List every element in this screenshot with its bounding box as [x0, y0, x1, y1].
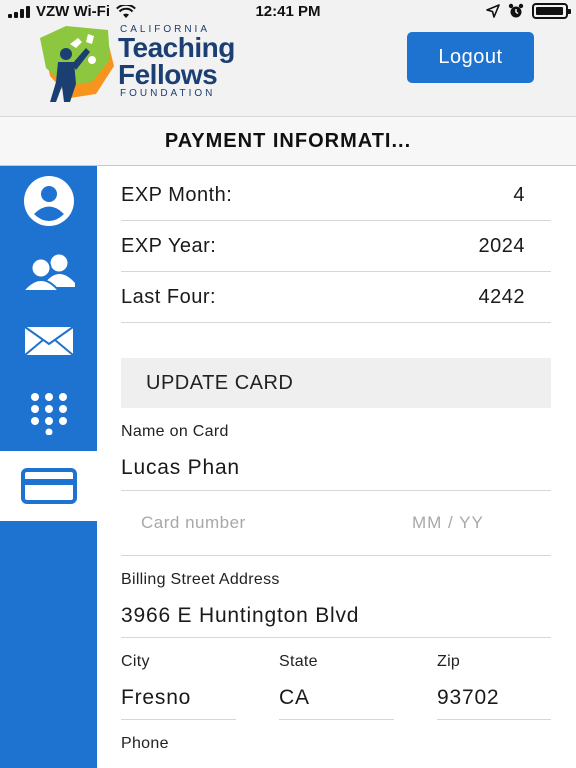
card-element[interactable]: Card number MM / YY: [121, 499, 551, 539]
sidebar-nav: [0, 166, 97, 768]
battery-icon: [532, 3, 571, 19]
card-expiry-input[interactable]: MM / YY: [412, 513, 484, 533]
keypad-icon: [30, 393, 67, 435]
state-input[interactable]: CA: [279, 686, 310, 710]
name-on-card-input[interactable]: Lucas Phan: [121, 456, 240, 480]
california-teaching-fellows-logo: CALIFORNIA Teaching Fellows FOUNDATION: [36, 24, 266, 104]
exp-year-value: 2024: [478, 234, 525, 257]
title-bar: PAYMENT INFORMATI...: [0, 116, 576, 166]
last-four-label: Last Four:: [121, 285, 217, 308]
zip-input[interactable]: 93702: [437, 686, 499, 710]
sidebar-item-payment[interactable]: [0, 451, 97, 521]
billing-street-input[interactable]: 3966 E Huntington Blvd: [121, 604, 359, 628]
users-group-icon: [20, 254, 75, 292]
user-profile-icon: [23, 176, 74, 226]
card-underline: [121, 555, 551, 556]
sidebar-item-messages[interactable]: [0, 306, 97, 376]
status-right: [486, 3, 571, 19]
city-underline: [121, 719, 236, 720]
envelope-icon: [23, 326, 74, 356]
city-input[interactable]: Fresno: [121, 686, 191, 710]
update-card-heading: UPDATE CARD: [121, 358, 551, 408]
battery-fill: [536, 7, 563, 15]
exp-year-row: EXP Year: 2024: [121, 221, 551, 272]
logo-line2: Fellows: [118, 59, 218, 90]
zip-label: Zip: [437, 653, 461, 670]
last-four-row: Last Four: 4242: [121, 272, 551, 323]
sidebar-item-profile[interactable]: [0, 166, 97, 236]
logout-button[interactable]: Logout: [407, 32, 534, 83]
sidebar-item-contacts[interactable]: [0, 238, 97, 308]
card-number-input[interactable]: Card number: [141, 513, 246, 533]
sidebar-item-keypad[interactable]: [0, 378, 97, 448]
phone-label: Phone: [121, 735, 169, 752]
logo-line1: Teaching: [118, 32, 235, 63]
street-underline: [121, 637, 551, 638]
exp-month-value: 4: [513, 183, 525, 206]
name-on-card-label: Name on Card: [121, 423, 229, 440]
payment-content: EXP Month: 4 EXP Year: 2024 Last Four: 4…: [97, 166, 576, 768]
last-four-value: 4242: [478, 285, 525, 308]
zip-underline: [437, 719, 551, 720]
alarm-icon: [508, 3, 524, 18]
location-arrow-icon: [486, 4, 500, 18]
exp-year-label: EXP Year:: [121, 234, 217, 257]
logo-figure-icon: [40, 26, 114, 102]
city-label: City: [121, 653, 150, 670]
state-label: State: [279, 653, 318, 670]
state-underline: [279, 719, 394, 720]
credit-card-icon: [20, 468, 77, 504]
logo-bottom-text: FOUNDATION: [120, 88, 216, 99]
exp-month-row: EXP Month: 4: [121, 170, 551, 221]
exp-month-label: EXP Month:: [121, 183, 233, 206]
billing-street-label: Billing Street Address: [121, 571, 280, 588]
page-title: PAYMENT INFORMATI...: [164, 129, 412, 152]
app-header: CALIFORNIA Teaching Fellows FOUNDATION L…: [0, 24, 576, 116]
status-bar: VZW Wi-Fi 12:41 PM: [0, 0, 576, 24]
name-underline: [121, 490, 551, 491]
